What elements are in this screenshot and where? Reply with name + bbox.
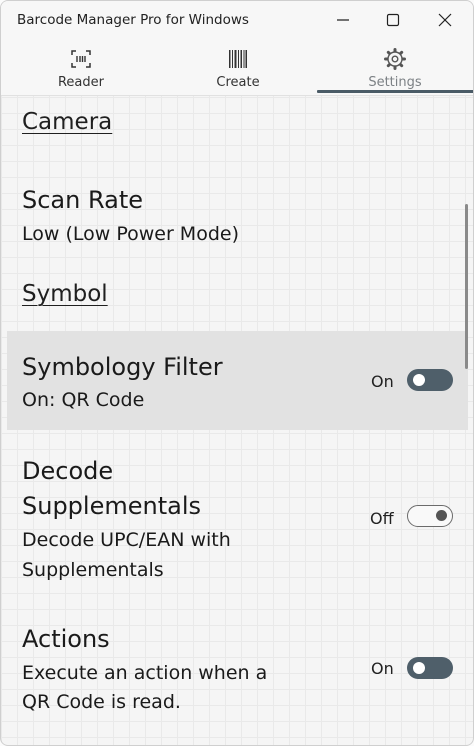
nav-bar: Reader Create Settings <box>1 41 473 96</box>
minimize-button[interactable] <box>317 1 369 39</box>
tab-create-label: Create <box>216 75 260 90</box>
setting-value: Low (Low Power Mode) <box>22 223 239 245</box>
tab-reader[interactable]: Reader <box>2 41 160 95</box>
title-bar[interactable]: Barcode Manager Pro for Windows <box>1 1 473 41</box>
setting-desc-line1: Execute an action when a <box>22 662 268 684</box>
tab-settings[interactable]: Settings <box>316 41 473 95</box>
tab-create[interactable]: Create <box>159 41 317 95</box>
section-header-camera: Camera <box>22 109 113 135</box>
minimize-icon <box>337 19 349 21</box>
toggle-state-label: On <box>371 659 394 678</box>
setting-title: Actions <box>22 625 110 653</box>
setting-title-line2: Supplementals <box>22 492 201 520</box>
vertical-scrollbar[interactable] <box>465 204 468 369</box>
setting-title: Symbology Filter <box>22 353 223 381</box>
toggle-knob <box>436 510 447 521</box>
close-button[interactable] <box>419 1 471 39</box>
setting-value: On: QR Code <box>22 389 145 411</box>
toggle-knob <box>413 662 425 674</box>
maximize-button[interactable] <box>367 1 419 39</box>
active-tab-indicator <box>317 90 473 93</box>
decode-supplementals-toggle[interactable] <box>407 505 453 527</box>
maximize-icon <box>386 13 400 27</box>
gear-icon <box>384 48 406 70</box>
scan-icon <box>71 50 91 68</box>
toggle-knob <box>413 374 425 386</box>
symbology-filter-toggle[interactable] <box>407 369 453 391</box>
tab-reader-label: Reader <box>57 75 104 90</box>
setting-title-line1: Decode <box>22 457 114 485</box>
window-title: Barcode Manager Pro for Windows <box>17 12 249 28</box>
barcode-icon <box>229 50 247 68</box>
setting-desc-line2: QR Code is read. <box>22 691 181 713</box>
app-window: Barcode Manager Pro for Windows Reader C… <box>0 0 474 746</box>
tab-settings-label: Settings <box>368 75 422 90</box>
setting-title: Scan Rate <box>22 186 144 214</box>
actions-toggle[interactable] <box>407 657 453 679</box>
toggle-state-label: On <box>371 372 394 391</box>
toggle-state-label: Off <box>370 509 394 528</box>
setting-desc-line1: Decode UPC/EAN with <box>22 529 231 551</box>
close-icon <box>438 13 452 27</box>
section-header-symbol: Symbol <box>22 281 108 307</box>
settings-list: Camera Scan Rate Low (Low Power Mode) Sy… <box>1 96 473 745</box>
setting-desc-line2: Supplementals <box>22 559 164 581</box>
